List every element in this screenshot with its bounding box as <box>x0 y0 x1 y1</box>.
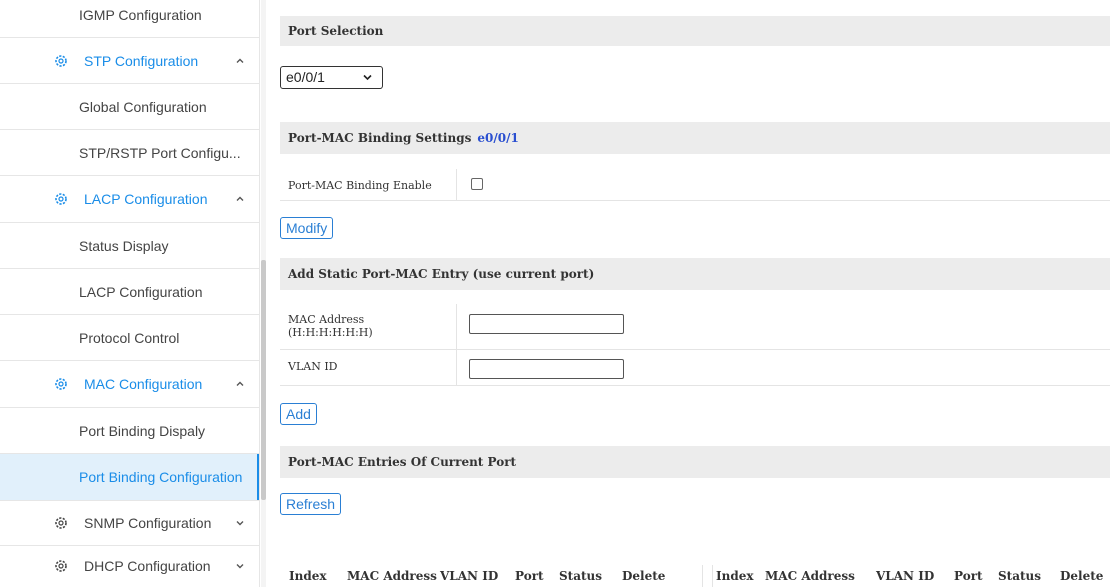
vlan-id-row: VLAN ID <box>280 350 1110 386</box>
binding-enable-checkbox[interactable] <box>471 178 483 190</box>
sidebar: IGMP Configuration STP Configuration Glo… <box>0 0 260 587</box>
sidebar-item-port-binding-configuration[interactable]: Port Binding Configuration <box>0 454 259 501</box>
sidebar-group-label: LACP Configuration <box>84 191 208 207</box>
sidebar-item-status-display[interactable]: Status Display <box>0 223 259 269</box>
gear-icon <box>55 378 67 390</box>
sidebar-item-label: Port Binding Dispaly <box>79 422 206 439</box>
mac-address-label: MAC Address <box>288 313 365 326</box>
section-title: Port-MAC Binding Settings <box>288 131 472 145</box>
column-header: VLAN ID <box>440 569 499 583</box>
binding-settings-header: Port-MAC Binding Settings e0/0/1 <box>280 122 1110 154</box>
gear-icon <box>55 517 67 529</box>
column-divider <box>456 350 457 385</box>
sidebar-item-label: IGMP Configuration <box>79 7 202 23</box>
entries-header: Port-MAC Entries Of Current Port <box>280 446 1110 478</box>
port-select-value: e0/0/1 <box>286 69 325 85</box>
column-header: Port <box>954 569 983 583</box>
sidebar-item-port-binding-display[interactable]: Port Binding Dispaly <box>0 408 259 454</box>
port-select[interactable]: e0/0/1 <box>280 66 383 89</box>
chevron-down-icon <box>236 564 244 569</box>
column-header: Delete <box>622 569 666 583</box>
sidebar-group-label: MAC Configuration <box>84 376 203 392</box>
chevron-up-icon <box>236 196 244 201</box>
sidebar-group-label: STP Configuration <box>84 52 199 69</box>
column-divider <box>456 169 457 200</box>
section-title: Add Static Port-MAC Entry (use current p… <box>288 267 595 281</box>
gear-icon <box>55 54 67 67</box>
mac-address-row: MAC Address (H:H:H:H:H:H) <box>280 304 1110 350</box>
sidebar-group-stp-configuration[interactable]: STP Configuration <box>0 38 259 84</box>
sidebar-group-mac-configuration[interactable]: MAC Configuration <box>0 361 259 408</box>
sidebar-group-label: SNMP Configuration <box>84 515 212 531</box>
sidebar-item-lacp-configuration[interactable]: LACP Configuration <box>0 269 259 315</box>
column-header: Index <box>289 569 327 583</box>
section-title-port: e0/0/1 <box>477 131 519 145</box>
chevron-down-icon <box>363 74 372 81</box>
sidebar-item-label: Port Binding Configuration <box>79 469 243 485</box>
sidebar-item-label: Status Display <box>79 237 169 254</box>
binding-enable-row: Port-MAC Binding Enable <box>280 169 1110 201</box>
vlan-id-input[interactable] <box>469 359 624 379</box>
sidebar-item-global-configuration[interactable]: Global Configuration <box>0 84 259 130</box>
add-entry-header: Add Static Port-MAC Entry (use current p… <box>280 258 1110 290</box>
sidebar-group-label: DHCP Configuration <box>84 558 211 574</box>
port-selection-header: Port Selection <box>280 16 1110 46</box>
sidebar-item-stp-rstp-port-configuration[interactable]: STP/RSTP Port Configu... <box>0 130 259 176</box>
column-divider <box>702 565 703 587</box>
sidebar-group-snmp-configuration[interactable]: SNMP Configuration <box>0 501 259 546</box>
column-header: Index <box>716 569 754 583</box>
column-header: MAC Address <box>347 569 437 583</box>
column-header: VLAN ID <box>876 569 935 583</box>
entries-table-header: Index MAC Address VLAN ID Port Status De… <box>280 565 1110 587</box>
column-header: Status <box>559 569 603 583</box>
add-button[interactable]: Add <box>280 403 317 425</box>
column-header: Delete <box>1060 569 1104 583</box>
mac-address-input[interactable] <box>469 314 624 334</box>
main-content: Port Selection e0/0/1 Port-MAC Binding S… <box>266 0 1110 587</box>
mac-address-hint: (H:H:H:H:H:H) <box>288 326 373 339</box>
sidebar-item-igmp-configuration[interactable]: IGMP Configuration <box>0 0 259 38</box>
sidebar-item-label: STP/RSTP Port Configu... <box>79 144 241 161</box>
sidebar-group-dhcp-configuration[interactable]: DHCP Configuration <box>0 546 259 587</box>
column-header: Port <box>515 569 544 583</box>
sidebar-item-label: Global Configuration <box>79 98 207 115</box>
section-title: Port-MAC Entries Of Current Port <box>288 455 517 469</box>
sidebar-group-lacp-configuration[interactable]: LACP Configuration <box>0 176 259 223</box>
chevron-up-icon <box>236 381 244 386</box>
column-header: Status <box>998 569 1042 583</box>
vlan-id-label: VLAN ID <box>288 360 338 373</box>
column-divider <box>712 565 713 587</box>
modify-button[interactable]: Modify <box>280 217 334 239</box>
column-header: MAC Address <box>765 569 855 583</box>
chevron-down-icon <box>236 521 244 526</box>
gear-icon <box>55 560 67 572</box>
column-divider <box>456 304 457 349</box>
sidebar-item-protocol-control[interactable]: Protocol Control <box>0 315 259 361</box>
gear-icon <box>55 193 67 205</box>
sidebar-item-label: LACP Configuration <box>79 283 203 300</box>
sidebar-item-label: Protocol Control <box>79 329 180 346</box>
refresh-button[interactable]: Refresh <box>280 493 342 515</box>
section-title: Port Selection <box>288 24 384 38</box>
chevron-up-icon <box>236 58 244 63</box>
binding-enable-label: Port-MAC Binding Enable <box>288 179 432 192</box>
